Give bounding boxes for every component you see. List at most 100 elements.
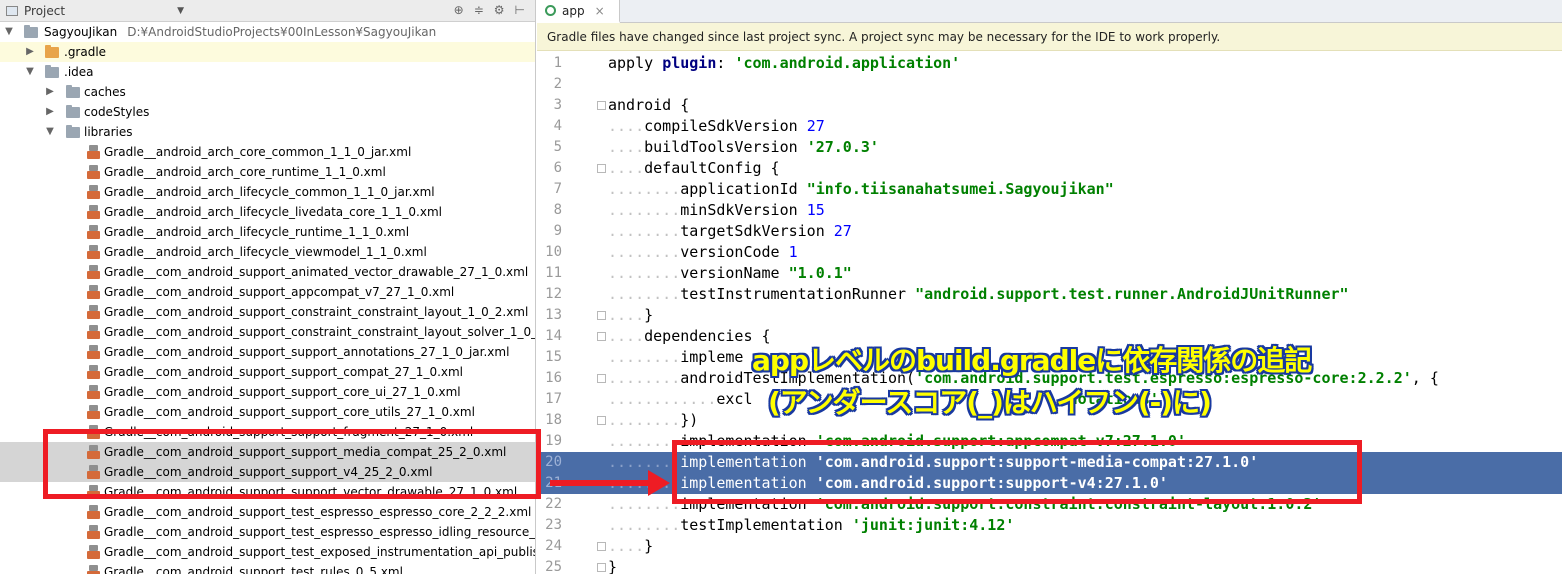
chevron-right-icon[interactable]: ▶ [25, 42, 35, 62]
code-line[interactable]: 19 ........implementation 'com.android.su… [537, 431, 1562, 452]
library-file-row[interactable]: Gradle__com_android_support_support_anno… [0, 342, 535, 362]
code-line[interactable]: 24....} [537, 536, 1562, 557]
annotation-line-1: appレベルのbuild.gradleに依存関係の追記 [752, 344, 1312, 377]
tree-row-caches-folder[interactable]: ▶ caches [0, 82, 535, 102]
xml-file-icon [87, 545, 100, 559]
library-file-row[interactable]: Gradle__android_arch_lifecycle_common_1_… [0, 182, 535, 202]
code-token: implementation [680, 495, 816, 513]
line-number: 14 [545, 328, 562, 344]
tree-row-root[interactable]: ▼ SagyouJikan D:¥AndroidStudioProjects¥00… [0, 22, 535, 42]
code-line[interactable]: 10 ........versionCode 1 [537, 242, 1562, 263]
library-file-row[interactable]: Gradle__com_android_support_support_core… [0, 382, 535, 402]
line-number: 10 [545, 244, 562, 260]
library-file-row[interactable]: Gradle__com_android_support_appcompat_v7… [0, 282, 535, 302]
library-file-row[interactable]: Gradle__android_arch_core_runtime_1_1_0.… [0, 162, 535, 182]
tree-row-libraries-folder[interactable]: ▼ libraries [0, 122, 535, 142]
fold-marker-icon[interactable] [597, 374, 606, 383]
tab-app[interactable]: app × [537, 0, 620, 23]
library-file-row[interactable]: Gradle__android_arch_core_common_1_1_0_j… [0, 142, 535, 162]
code-line[interactable]: 22 ........implementation 'com.android.su… [537, 494, 1562, 515]
library-file-label: Gradle__com_android_support_support_frag… [104, 425, 474, 439]
code-token: versionName [680, 264, 789, 282]
code-line[interactable]: 8 ........minSdkVersion 15 [537, 200, 1562, 221]
code-line[interactable]: 25} [537, 557, 1562, 574]
collapse-icon[interactable]: ≑ [474, 3, 484, 17]
xml-file-icon [87, 565, 100, 574]
gear-icon[interactable]: ⚙ [494, 3, 505, 17]
code-token: versionCode [680, 243, 789, 261]
code-line[interactable]: 23 ........testImplementation 'junit:juni… [537, 515, 1562, 536]
close-icon[interactable]: × [595, 4, 605, 18]
line-number: 22 [545, 496, 562, 512]
code-line[interactable]: 7 ........applicationId "info.tiisanahats… [537, 179, 1562, 200]
fold-marker-icon[interactable] [597, 332, 606, 341]
code-line[interactable]: 4 ....compileSdkVersion 27 [537, 116, 1562, 137]
chevron-right-icon[interactable]: ▶ [45, 82, 55, 102]
chevron-down-icon[interactable]: ▼ [45, 122, 55, 142]
code-line[interactable]: 20 ........implementation 'com.android.su… [537, 452, 1562, 473]
line-number: 4 [553, 118, 562, 134]
library-file-row[interactable]: Gradle__com_android_support_constraint_c… [0, 302, 535, 322]
library-file-label: Gradle__android_arch_core_common_1_1_0_j… [104, 145, 412, 159]
library-file-row[interactable]: Gradle__com_android_support_test_exposed… [0, 542, 535, 562]
code-token: : [716, 54, 735, 72]
library-file-row[interactable]: Gradle__android_arch_lifecycle_livedata_… [0, 202, 535, 222]
code-line[interactable]: 12 ........testInstrumentationRunner "and… [537, 284, 1562, 305]
library-file-row[interactable]: Gradle__com_android_support_support_frag… [0, 422, 535, 442]
hide-icon[interactable]: ⊢ [515, 3, 525, 17]
library-file-label: Gradle__com_android_support_constraint_c… [104, 325, 536, 339]
code-editor[interactable]: 1 apply plugin: 'com.android.application'… [537, 53, 1562, 574]
chevron-down-icon[interactable]: ▼ [177, 6, 184, 16]
chevron-down-icon[interactable]: ▼ [4, 22, 14, 42]
chevron-right-icon[interactable]: ▶ [45, 102, 55, 122]
fold-marker-icon[interactable] [597, 416, 606, 425]
code-line[interactable]: 5 ....buildToolsVersion '27.0.3' [537, 137, 1562, 158]
library-file-row[interactable]: Gradle__com_android_support_constraint_c… [0, 322, 536, 342]
code-text: ........implementation 'com.android.supp… [608, 473, 1168, 494]
library-file-row[interactable]: Gradle__com_android_support_test_espress… [0, 502, 535, 522]
locate-icon[interactable]: ⊕ [454, 3, 464, 17]
code-line[interactable]: 2 [537, 74, 1562, 95]
root-project-path: D:¥AndroidStudioProjects¥00InLesson¥Sagy… [127, 25, 437, 39]
line-number: 20 [545, 454, 562, 470]
folder-label: libraries [84, 125, 133, 139]
library-file-row[interactable]: Gradle__com_android_support_support_v4_2… [0, 462, 535, 482]
tree-row-gradle-folder[interactable]: ▶ .gradle [0, 42, 535, 62]
code-line[interactable]: 9 ........targetSdkVersion 27 [537, 221, 1562, 242]
fold-marker-icon[interactable] [597, 164, 606, 173]
string-literal: 'com.android.support:appcompat-v7:27.1.0… [815, 432, 1186, 450]
xml-file-icon [87, 225, 100, 239]
line-number: 25 [545, 559, 562, 574]
code-line[interactable]: 13....} [537, 305, 1562, 326]
tree-row-codestyles-folder[interactable]: ▶ codeStyles [0, 102, 535, 122]
library-file-row[interactable]: Gradle__com_android_support_test_rules_0… [0, 562, 535, 574]
project-panel-title[interactable]: Project [24, 4, 65, 18]
library-file-row[interactable]: Gradle__com_android_support_animated_vec… [0, 262, 535, 282]
fold-marker-icon[interactable] [597, 563, 606, 572]
library-file-row[interactable]: Gradle__android_arch_lifecycle_viewmodel… [0, 242, 535, 262]
folder-label: caches [84, 85, 126, 99]
code-line[interactable]: 1 apply plugin: 'com.android.application' [537, 53, 1562, 74]
code-line[interactable]: 6 ....defaultConfig { [537, 158, 1562, 179]
xml-file-icon [87, 345, 100, 359]
tree-row-idea-folder[interactable]: ▼ .idea [0, 62, 535, 82]
line-number: 23 [545, 517, 562, 533]
code-line[interactable]: 3 android { [537, 95, 1562, 116]
fold-marker-icon[interactable] [597, 311, 606, 320]
module-folder-icon [24, 25, 38, 38]
library-file-row[interactable]: Gradle__android_arch_lifecycle_runtime_1… [0, 222, 535, 242]
line-number: 13 [545, 307, 562, 323]
fold-marker-icon[interactable] [597, 101, 606, 110]
code-line[interactable]: 21........implementation 'com.android.su… [537, 473, 1562, 494]
library-file-label: Gradle__android_arch_lifecycle_viewmodel… [104, 245, 427, 259]
string-literal: "info.tiisanahatsumei.Sagyoujikan" [806, 180, 1114, 198]
library-file-row[interactable]: Gradle__com_android_support_support_medi… [0, 442, 535, 462]
library-file-row[interactable]: Gradle__com_android_support_support_core… [0, 402, 535, 422]
code-token: implementation [680, 432, 816, 450]
library-file-row[interactable]: Gradle__com_android_support_support_comp… [0, 362, 535, 382]
code-line[interactable]: 11 ........versionName "1.0.1" [537, 263, 1562, 284]
library-file-row[interactable]: Gradle__com_android_support_support_vect… [0, 482, 535, 502]
chevron-down-icon[interactable]: ▼ [25, 62, 35, 82]
library-file-row[interactable]: Gradle__com_android_support_test_espress… [0, 522, 535, 542]
fold-marker-icon[interactable] [597, 542, 606, 551]
